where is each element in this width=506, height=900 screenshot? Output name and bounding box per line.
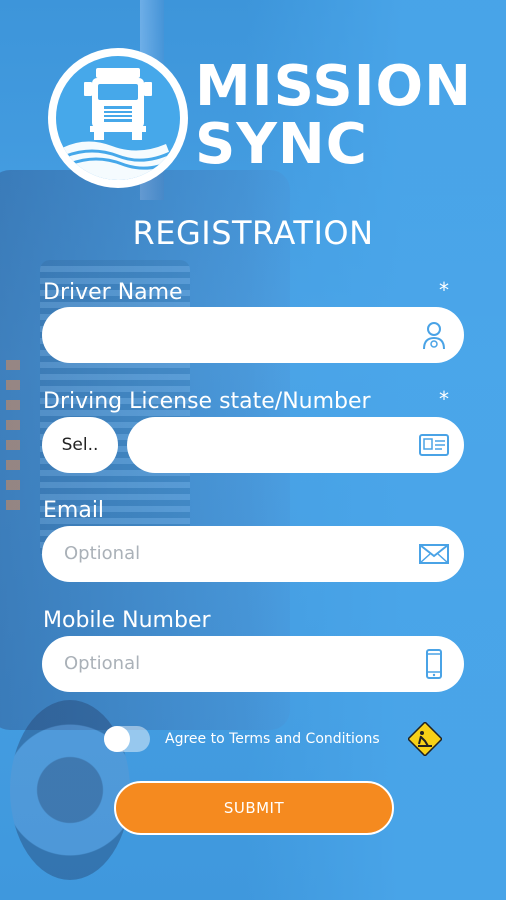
required-asterisk: * — [439, 278, 449, 302]
driver-person-icon — [423, 322, 445, 350]
brand-line-1: MISSION — [195, 54, 473, 119]
mobile-label: Mobile Number — [43, 608, 211, 633]
driver-name-input[interactable] — [42, 307, 464, 363]
driver-name-label: Driver Name — [43, 280, 183, 305]
road-work-warning-icon — [408, 722, 442, 756]
mobile-input[interactable]: Optional — [42, 636, 464, 692]
envelope-icon — [419, 544, 449, 564]
required-asterisk: * — [439, 387, 449, 411]
terms-label[interactable]: Agree to Terms and Conditions — [165, 731, 380, 747]
terms-toggle[interactable] — [104, 726, 150, 752]
id-card-icon — [419, 434, 449, 456]
submit-button[interactable]: SUBMIT — [114, 781, 394, 835]
license-label: Driving License state/Number — [43, 389, 371, 414]
mobile-phone-icon — [426, 649, 442, 679]
brand-title: MISSION SYNC — [195, 58, 472, 174]
email-label: Email — [43, 498, 105, 523]
mobile-placeholder: Optional — [64, 653, 141, 674]
license-number-input[interactable] — [127, 417, 464, 473]
toggle-knob — [104, 726, 130, 752]
truck-logo-icon — [48, 48, 188, 188]
license-state-select[interactable]: Sel.. — [42, 417, 118, 473]
email-placeholder: Optional — [64, 543, 141, 564]
page-title: REGISTRATION — [132, 214, 374, 252]
brand-line-2: SYNC — [195, 112, 368, 177]
email-input[interactable]: Optional — [42, 526, 464, 582]
